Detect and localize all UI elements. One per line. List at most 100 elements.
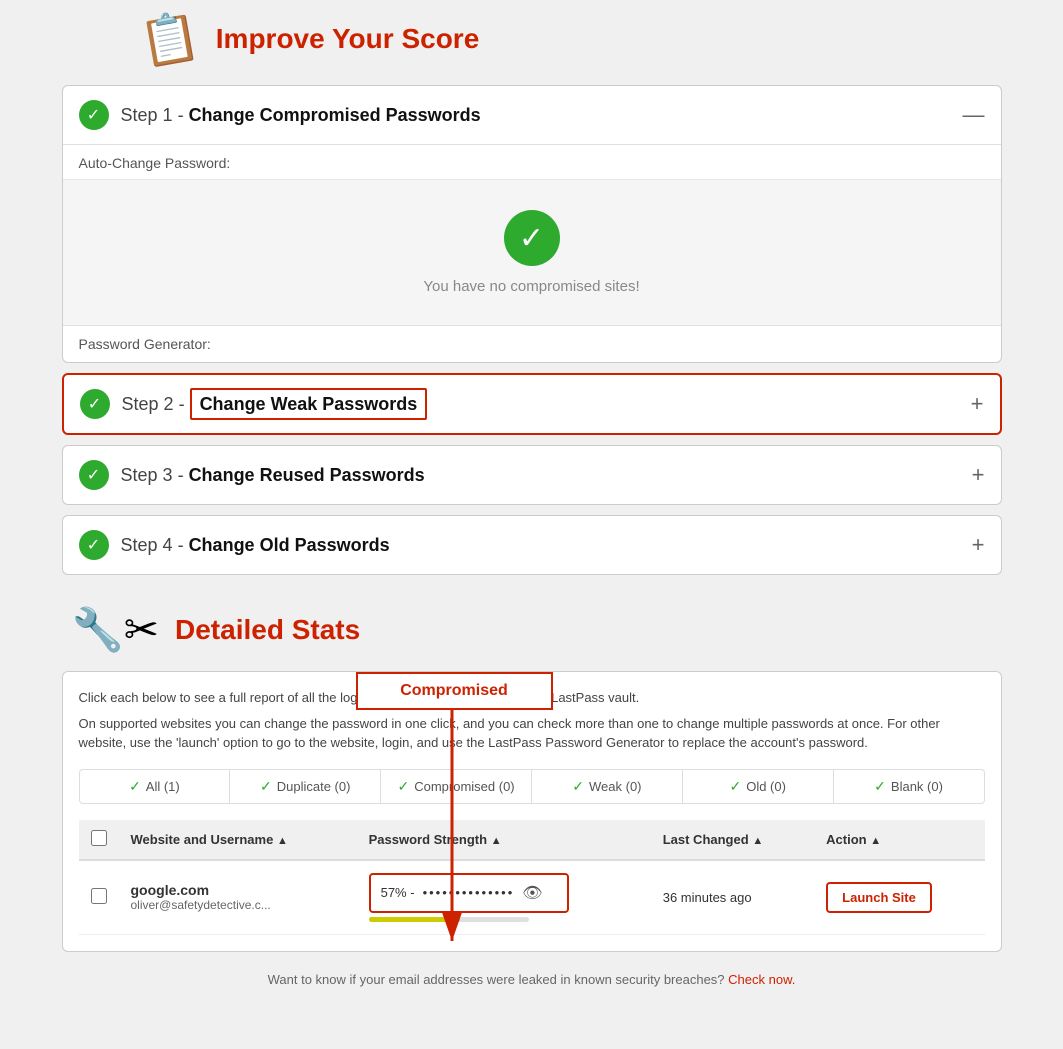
filter-tab-weak[interactable]: ✓ Weak (0) (532, 770, 683, 803)
no-compromised-check-icon: ✓ (504, 210, 560, 266)
step2-toggle-icon[interactable]: + (971, 391, 984, 417)
tab-check-all: ✓ (129, 778, 141, 795)
table-body: google.com oliver@safetydetective.c... 5… (79, 860, 985, 935)
row-checkbox[interactable] (91, 888, 107, 904)
step3-panel: ✓ Step 3 - Change Reused Passwords + (62, 445, 1002, 505)
tab-label-blank: Blank (0) (891, 779, 943, 794)
strength-bar (369, 917, 529, 922)
filter-tab-old[interactable]: ✓ Old (0) (683, 770, 834, 803)
step2-check-icon: ✓ (80, 389, 110, 419)
action-cell: Launch Site (814, 860, 984, 935)
password-dots: •••••••••••••• (423, 885, 515, 900)
step2-dash: - (179, 394, 190, 414)
step3-label: Step 3 - Change Reused Passwords (121, 465, 972, 486)
step4-panel: ✓ Step 4 - Change Old Passwords + (62, 515, 1002, 575)
filter-tab-blank[interactable]: ✓ Blank (0) (834, 770, 984, 803)
step3-toggle-icon[interactable]: + (972, 462, 985, 488)
last-changed-value: 36 minutes ago (663, 890, 752, 905)
th-password-label: Password Strength (369, 832, 487, 847)
data-table: Website and Username ▲ Password Strength… (79, 820, 985, 935)
tools-icon: 🔧✂ (72, 605, 160, 655)
no-compromised-text: You have no compromised sites! (423, 278, 639, 295)
step1-header[interactable]: ✓ Step 1 - Change Compromised Passwords … (63, 86, 1001, 145)
page-title: Improve Your Score (216, 23, 480, 55)
th-action-label: Action (826, 832, 866, 847)
th-action-sort: ▲ (870, 835, 881, 847)
last-changed-cell: 36 minutes ago (651, 860, 814, 935)
password-cell: 57% - •••••••••••••• 👁 (369, 873, 569, 913)
step3-number: Step 3 (121, 465, 173, 485)
step3-title: Change Reused Passwords (189, 465, 425, 485)
th-password-sort: ▲ (491, 835, 502, 847)
step1-panel: ✓ Step 1 - Change Compromised Passwords … (62, 85, 1002, 363)
filter-tabs: ✓ All (1) ✓ Duplicate (0) ✓ Compromised … (79, 769, 985, 804)
strength-bar-fill (369, 917, 460, 922)
step3-header[interactable]: ✓ Step 3 - Change Reused Passwords + (63, 446, 1001, 504)
step2-title: Change Weak Passwords (190, 388, 428, 420)
tab-label-weak: Weak (0) (589, 779, 642, 794)
step1-check-icon: ✓ (79, 100, 109, 130)
tab-check-old: ✓ (729, 778, 741, 795)
stats-description: Click each below to see a full report of… (79, 688, 985, 753)
step2-panel: ✓ Step 2 - Change Weak Passwords + (62, 373, 1002, 435)
footer-note-text: Want to know if your email addresses wer… (268, 972, 725, 987)
step4-label: Step 4 - Change Old Passwords (121, 535, 972, 556)
step1-number: Step 1 (121, 105, 173, 125)
site-user: oliver@safetydetective.c... (131, 898, 345, 912)
step3-check-icon: ✓ (79, 460, 109, 490)
th-website-sort: ▲ (277, 835, 288, 847)
table-header-row: Website and Username ▲ Password Strength… (79, 820, 985, 860)
tab-check-duplicate: ✓ (260, 778, 272, 795)
th-website-label: Website and Username (131, 832, 274, 847)
th-last-changed[interactable]: Last Changed ▲ (651, 820, 814, 860)
site-name: google.com (131, 882, 345, 898)
step1-label: Step 1 - Change Compromised Passwords (121, 105, 963, 126)
main-container: ✓ Step 1 - Change Compromised Passwords … (62, 85, 1002, 987)
launch-site-button[interactable]: Launch Site (826, 882, 932, 913)
detailed-stats-title: Detailed Stats (175, 614, 360, 646)
step4-dash: - (178, 535, 189, 555)
tab-label-all: All (1) (146, 779, 180, 794)
select-all-header (79, 820, 119, 860)
annotation-container: Compromised Click each below to see a fu… (62, 671, 1002, 952)
stats-panel: Click each below to see a full report of… (62, 671, 1002, 952)
step1-title: Change Compromised Passwords (189, 105, 481, 125)
th-last-changed-label: Last Changed (663, 832, 749, 847)
strength-bar-wrapper (369, 917, 639, 922)
auto-change-label: Auto-Change Password: (63, 145, 1001, 180)
stats-desc-line2: On supported websites you can change the… (79, 714, 985, 753)
step1-dash: - (178, 105, 189, 125)
tab-check-blank: ✓ (874, 778, 886, 795)
detailed-stats-header: 🔧✂ Detailed Stats (62, 605, 1002, 655)
step1-toggle-icon[interactable]: — (963, 102, 985, 128)
step4-title: Change Old Passwords (189, 535, 390, 555)
table-row: google.com oliver@safetydetective.c... 5… (79, 860, 985, 935)
site-cell: google.com oliver@safetydetective.c... (119, 860, 357, 935)
th-password[interactable]: Password Strength ▲ (357, 820, 651, 860)
th-website[interactable]: Website and Username ▲ (119, 820, 357, 860)
footer-note: Want to know if your email addresses wer… (62, 972, 1002, 987)
filter-tab-all[interactable]: ✓ All (1) (80, 770, 231, 803)
step2-label: Step 2 - Change Weak Passwords (122, 394, 971, 415)
th-action[interactable]: Action ▲ (814, 820, 984, 860)
filter-tab-compromised[interactable]: ✓ Compromised (0) (381, 770, 532, 803)
th-last-changed-sort: ▲ (752, 835, 763, 847)
clipboard-icon: 📋 (136, 5, 205, 72)
step4-toggle-icon[interactable]: + (972, 532, 985, 558)
password-cell-td: 57% - •••••••••••••• 👁 (357, 860, 651, 935)
tab-label-old: Old (0) (746, 779, 786, 794)
tab-label-duplicate: Duplicate (0) (277, 779, 351, 794)
tab-check-weak: ✓ (572, 778, 584, 795)
step4-header[interactable]: ✓ Step 4 - Change Old Passwords + (63, 516, 1001, 574)
select-all-checkbox[interactable] (91, 830, 107, 846)
eye-icon[interactable]: 👁 (522, 883, 542, 903)
step2-header[interactable]: ✓ Step 2 - Change Weak Passwords + (64, 375, 1000, 433)
step1-content: Auto-Change Password: ✓ You have no comp… (63, 145, 1001, 362)
step2-number: Step 2 (122, 394, 174, 414)
step4-check-icon: ✓ (79, 530, 109, 560)
tab-check-compromised: ✓ (397, 778, 409, 795)
footer-check-now-link[interactable]: Check now. (728, 972, 795, 987)
filter-tab-duplicate[interactable]: ✓ Duplicate (0) (230, 770, 381, 803)
page-header: 📋 Improve Your Score (140, 10, 479, 67)
password-generator-label: Password Generator: (63, 326, 1001, 362)
